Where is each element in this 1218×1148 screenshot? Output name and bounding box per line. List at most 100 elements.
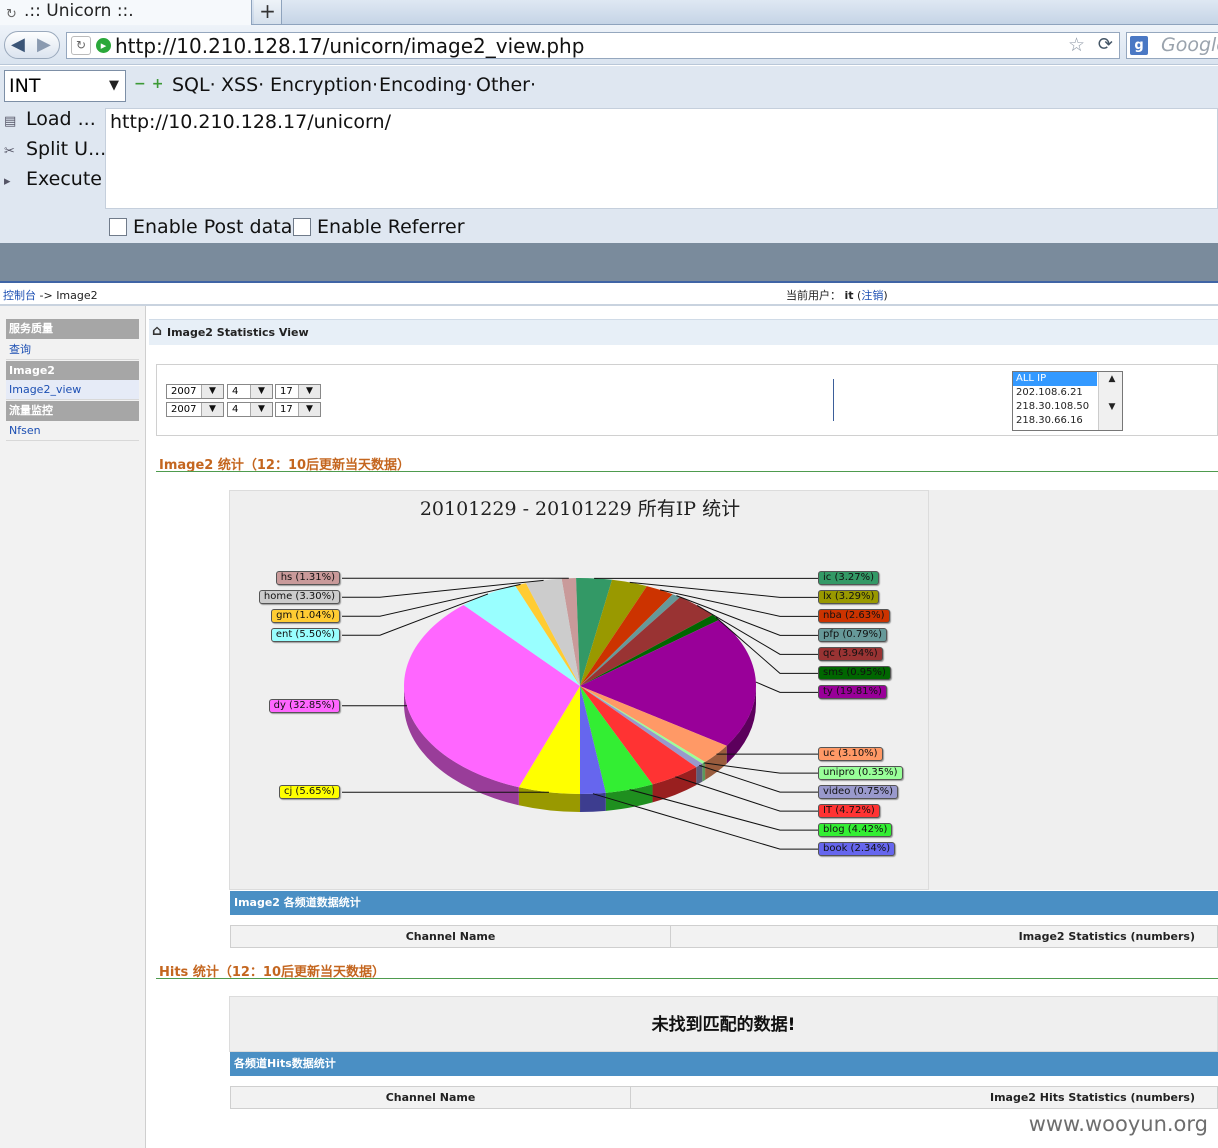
no-data-message: 未找到匹配的数据! [229, 996, 1218, 1052]
hackbar-toolbar: INT ▼ −+ SQL· XSS· Encryption· Encoding·… [0, 66, 1218, 108]
sidebar: 服务质量 查询 Image2 Image2_view 流量监控 Nfsen [0, 306, 146, 1148]
tab-bar: ↻ .:: Unicorn ::. + [0, 0, 1218, 25]
table2-title-bar: 各频道Hits数据统计 [230, 1052, 1218, 1076]
end-day-select[interactable]: 17 ▼ [275, 402, 321, 417]
hackbar-type-select[interactable]: INT ▼ [4, 70, 126, 102]
leader-line-ty [755, 681, 818, 693]
menu-other[interactable]: Other· [476, 74, 536, 96]
new-tab-button[interactable]: + [254, 0, 282, 24]
hackbar-select-value: INT [9, 75, 41, 97]
tab-title: .:: Unicorn ::. [24, 1, 134, 21]
start-month-select[interactable]: 4 ▼ [227, 384, 273, 399]
search-box[interactable]: g Google [1126, 32, 1218, 59]
menu-encryption[interactable]: Encryption· [270, 74, 378, 96]
slice-label-dy: dy (32.85%) [268, 698, 340, 713]
menu-sql[interactable]: SQL· [172, 74, 216, 96]
load-icon: ▤ [4, 114, 17, 129]
url-bar[interactable]: ↻ ▸ http://10.210.128.17/unicorn/image2_… [66, 32, 1120, 59]
load-url-button[interactable]: ▤ Load ... [4, 108, 96, 130]
google-logo-icon[interactable]: g [1130, 36, 1148, 55]
main-content: ⌂ Image2 Statistics View 2007 ▼ 4 ▼ 17 ▼ 20… [146, 306, 1218, 1148]
sidebar-head-image2: Image2 [6, 361, 139, 381]
ip-option[interactable]: 202.108.6.21 [1013, 386, 1097, 400]
chevron-down-icon: ▼ [201, 385, 223, 398]
chevron-down-icon: ▼ [298, 403, 320, 416]
sidebar-item-query[interactable]: 查询 [6, 340, 139, 360]
chevron-down-icon: ▼ [298, 385, 320, 398]
column-image2-statistics: Image2 Statistics (numbers) [1018, 930, 1195, 943]
page-title-bar: ⌂ Image2 Statistics View [149, 319, 1218, 345]
navigation-bar: ◀ ▶ ↻ ▸ http://10.210.128.17/unicorn/ima… [0, 25, 1218, 65]
menu-xss[interactable]: XSS· [221, 74, 264, 96]
start-day-select[interactable]: 17 ▼ [275, 384, 321, 399]
ip-option-selected[interactable]: ALL IP [1013, 372, 1097, 386]
sidebar-item-image2-view[interactable]: Image2_view [6, 380, 139, 400]
slice-label-ic: ic (3.27%) [818, 571, 880, 586]
execute-button[interactable]: ▸ Execute [4, 168, 102, 190]
pie-slice-side-video [696, 763, 703, 786]
chart-side-panel [929, 490, 1218, 890]
breadcrumb-root-link[interactable]: 控制台 [3, 289, 36, 302]
slice-label-video: video (0.75%) [818, 785, 899, 800]
back-arrow-icon[interactable]: ◀ [11, 34, 25, 56]
slice-label-ty: ty (19.81%) [818, 685, 887, 700]
menu-encoding[interactable]: Encoding· [379, 74, 473, 96]
url-text[interactable]: http://10.210.128.17/unicorn/image2_view… [115, 34, 584, 58]
play-icon: ▸ [4, 174, 11, 189]
pie-slice-side-book [580, 792, 606, 812]
site-identity-icon[interactable]: ↻ [71, 36, 91, 55]
watermark: www.wooyun.org [1028, 1112, 1208, 1136]
table2-header: Channel Name Image2 Hits Statistics (num… [230, 1086, 1218, 1109]
forward-arrow-icon[interactable]: ▶ [37, 34, 51, 56]
table1-header: Channel Name Image2 Statistics (numbers) [230, 925, 1218, 948]
slice-label-uc: uc (3.10%) [818, 747, 883, 762]
user-info: 当前用户： it (注销) [786, 289, 888, 302]
home-icon[interactable]: ⌂ [152, 318, 162, 344]
hackbar-panel: ▤ Load ... ✂ Split U... ▸ Execute http://10… [0, 108, 1218, 243]
end-month-select[interactable]: 4 ▼ [227, 402, 273, 417]
start-year-select[interactable]: 2007 ▼ [166, 384, 224, 399]
listbox-scrollbar[interactable]: ▲ ▼ [1098, 372, 1122, 430]
plus-minus-icon[interactable]: −+ [134, 76, 169, 92]
table1-title-bar: Image2 各频道数据统计 [230, 891, 1218, 915]
split-url-button[interactable]: ✂ Split U... [4, 138, 106, 160]
star-icon[interactable]: ☆ [1068, 34, 1085, 56]
ip-listbox[interactable]: ALL IP 202.108.6.21 218.30.108.50 218.30… [1012, 371, 1123, 431]
sidebar-item-nfsen[interactable]: Nfsen [6, 421, 139, 441]
breadcrumb: 控制台 -> Image2 [3, 289, 98, 302]
logout-link[interactable]: 注销 [861, 289, 883, 302]
search-placeholder: Google [1161, 34, 1218, 56]
slice-label-cj: cj (5.65%) [278, 785, 340, 800]
toolbar-separator-band [0, 243, 1218, 281]
slice-label-sms: sms (0.95%) [818, 666, 891, 681]
loading-icon: ↻ [6, 7, 17, 22]
enable-referrer-checkbox[interactable]: Enable Referrer [293, 216, 465, 238]
slice-label-qc: qc (3.94%) [818, 647, 883, 662]
slice-label-nba: nba (2.63%) [818, 609, 890, 624]
end-year-select[interactable]: 2007 ▼ [166, 402, 224, 417]
go-icon: ▸ [96, 38, 111, 53]
slice-label-book: book (2.34%) [818, 842, 896, 857]
slice-label-lx: lx (3.29%) [818, 590, 880, 605]
ip-option[interactable]: 218.30.108.50 [1013, 400, 1097, 414]
sidebar-head-traffic-monitor: 流量监控 [6, 401, 139, 421]
slice-label-IT: IT (4.72%) [818, 804, 880, 819]
slice-label-unipro: unipro (0.35%) [818, 766, 903, 781]
slice-label-pfp: pfp (0.79%) [818, 628, 887, 643]
reload-icon[interactable]: ⟳ [1098, 34, 1113, 55]
divider [833, 379, 834, 421]
ip-option[interactable]: 218.30.66.16 [1013, 414, 1097, 428]
hackbar-url-textarea[interactable]: http://10.210.128.17/unicorn/ [105, 108, 1218, 209]
slice-label-ent: ent (5.50%) [270, 628, 340, 643]
chevron-down-icon: ▼ [250, 403, 272, 416]
column-channel-name: Channel Name [231, 1087, 631, 1108]
column-image2-hits-statistics: Image2 Hits Statistics (numbers) [990, 1091, 1195, 1104]
enable-post-data-checkbox[interactable]: Enable Post data [109, 216, 292, 238]
chevron-down-icon: ▼ [201, 403, 223, 416]
username: it [844, 289, 854, 302]
chevron-down-icon: ▼ [109, 78, 119, 93]
column-channel-name: Channel Name [231, 926, 671, 947]
sidebar-head-service-quality: 服务质量 [6, 319, 139, 339]
browser-tab[interactable]: ↻ .:: Unicorn ::. [0, 0, 252, 25]
chevron-down-icon: ▼ [250, 385, 272, 398]
